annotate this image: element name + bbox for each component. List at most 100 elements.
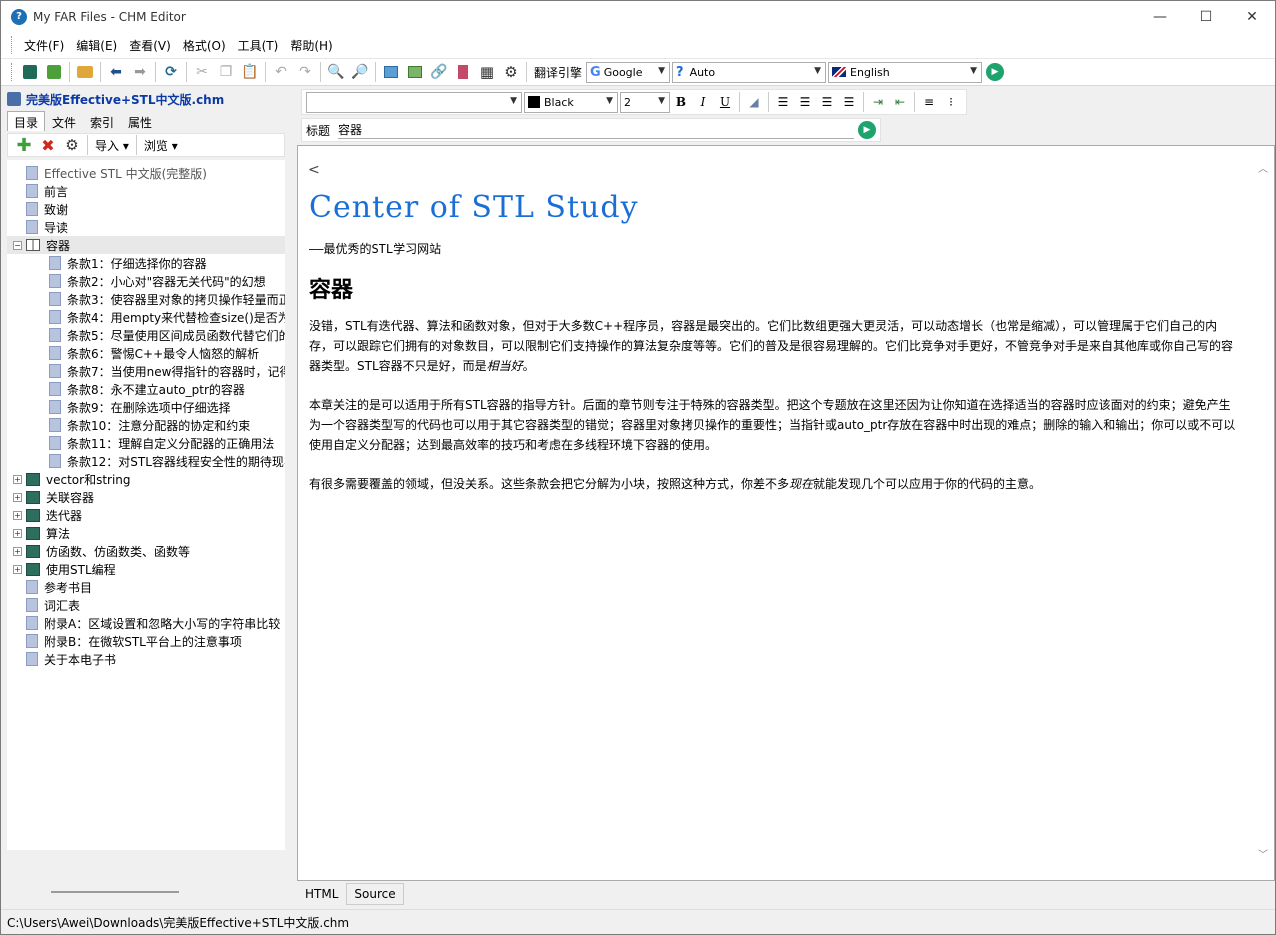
import-button[interactable]: 导入 ▾	[95, 137, 129, 154]
minimize-button[interactable]: —	[1137, 1, 1183, 32]
menu-help[interactable]: 帮助(H)	[284, 34, 338, 57]
menu-file[interactable]: 文件(F)	[18, 34, 70, 57]
tree-item[interactable]: 条款9：在删除选项中仔细选择	[49, 398, 231, 416]
tree-item[interactable]: 参考书目	[13, 578, 92, 596]
browse-button[interactable]: 浏览 ▾	[144, 137, 178, 154]
settings-gear-icon[interactable]: ⚙	[501, 62, 521, 82]
outdent-icon[interactable]: ⇤	[890, 92, 910, 112]
tree-item[interactable]: 条款5：尽量使用区间成员函数代替它们的单元素兄弟	[49, 326, 285, 344]
menu-tools[interactable]: 工具(T)	[232, 34, 285, 57]
tree-item[interactable]: Effective STL 中文版(完整版)	[13, 164, 207, 182]
maximize-button[interactable]: ☐	[1183, 1, 1229, 32]
tree-item[interactable]: 导读	[13, 218, 68, 236]
eraser-icon[interactable]: ◢	[744, 92, 764, 112]
tree-item[interactable]: + 关联容器	[13, 488, 94, 506]
paste-icon[interactable]: 📋	[240, 62, 260, 82]
tab-index[interactable]: 索引	[83, 111, 121, 131]
contents-tree[interactable]: Effective STL 中文版(完整版) 前言 致谢 导读 − 容器 条款1：仔细选择你…	[7, 160, 285, 850]
expand-icon[interactable]: +	[13, 564, 22, 574]
close-button[interactable]: ✕	[1229, 1, 1275, 32]
tab-properties[interactable]: 属性	[121, 111, 159, 131]
html-preview[interactable]: < Center of STL Study ——最优秀的STL学习网站 容器 没…	[297, 145, 1275, 881]
bullet-list-icon[interactable]: ⁝	[941, 92, 961, 112]
tree-item[interactable]: 条款12：对STL容器线程安全性的期待现实一些	[49, 452, 285, 470]
align-left-icon[interactable]: ☰	[773, 92, 793, 112]
menu-format[interactable]: 格式(O)	[177, 34, 232, 57]
tree-item[interactable]: 条款10：注意分配器的协定和约束	[49, 416, 250, 434]
back-arrow-icon[interactable]: ⬅	[106, 62, 126, 82]
tree-item[interactable]: 条款1：仔细选择你的容器	[49, 254, 207, 272]
tree-item[interactable]: 词汇表	[13, 596, 80, 614]
apply-title-button[interactable]: ▶	[858, 121, 877, 139]
expand-icon[interactable]: +	[13, 510, 22, 520]
insert-image-icon[interactable]	[381, 62, 401, 82]
tree-item[interactable]: 条款11：理解自定义分配器的正确用法	[49, 434, 274, 452]
tree-item[interactable]: 条款2：小心对"容器无关代码"的幻想	[49, 272, 266, 290]
tree-item[interactable]: 前言	[13, 182, 68, 200]
forward-arrow-icon[interactable]: ➡	[130, 62, 150, 82]
color-select[interactable]: Black ▼	[524, 91, 618, 113]
italic-button[interactable]: I	[693, 92, 713, 112]
tab-files[interactable]: 文件	[45, 111, 83, 131]
tree-item[interactable]: 条款6：警惕C++最令人恼怒的解析	[49, 344, 259, 362]
source-language-select[interactable]: ? Auto ▼	[672, 61, 827, 83]
title-input[interactable]: 容器	[338, 121, 855, 139]
tree-item[interactable]: 附录B：在微软STL平台上的注意事项	[13, 632, 242, 650]
tree-item[interactable]: − 容器	[7, 236, 285, 254]
translate-play-button[interactable]: ▶	[986, 63, 1005, 81]
table-icon[interactable]: ▦	[477, 62, 497, 82]
tree-item[interactable]: + vector和string	[13, 470, 131, 488]
find-replace-icon[interactable]: 🔎	[350, 62, 370, 82]
align-center-icon[interactable]: ☰	[795, 92, 815, 112]
target-language-select[interactable]: English ▼	[828, 61, 983, 83]
tab-source[interactable]: Source	[346, 883, 404, 905]
expand-icon[interactable]: +	[13, 546, 22, 556]
tree-item[interactable]: + 迭代器	[13, 506, 82, 524]
tab-contents[interactable]: 目录	[7, 111, 46, 131]
scroll-down-icon[interactable]: ﹀	[1258, 846, 1268, 861]
tree-item[interactable]: 条款8：永不建立auto_ptr的容器	[49, 380, 245, 398]
open-folder-icon[interactable]	[75, 62, 95, 82]
search-icon[interactable]: 🔍	[326, 62, 346, 82]
cut-icon[interactable]: ✂	[192, 62, 212, 82]
tree-item[interactable]: 条款3：使容器里对象的拷贝操作轻量而正确	[49, 290, 285, 308]
scroll-up-icon[interactable]: ︿	[1258, 160, 1268, 175]
expand-icon[interactable]: +	[13, 528, 22, 538]
tree-item[interactable]: 附录A：区域设置和忽略大小写的字符串比较	[13, 614, 280, 632]
bold-button[interactable]: B	[671, 92, 691, 112]
undo-icon[interactable]: ↶	[271, 62, 291, 82]
delete-icon[interactable]: ✖	[38, 135, 58, 155]
font-size-select[interactable]: 2 ▼	[620, 91, 670, 113]
tree-item[interactable]: + 使用STL编程	[13, 560, 116, 578]
copy-icon[interactable]: ❐	[216, 62, 236, 82]
engine-select[interactable]: G Google ▼	[586, 61, 671, 83]
bookmark-icon[interactable]	[453, 62, 473, 82]
link-icon[interactable]: 🔗	[429, 62, 449, 82]
tab-html[interactable]: HTML	[297, 883, 346, 905]
underline-button[interactable]: U	[715, 92, 735, 112]
menu-edit[interactable]: 编辑(E)	[70, 34, 123, 57]
numbered-list-icon[interactable]: ≡	[919, 92, 939, 112]
add-icon[interactable]: ✚	[14, 135, 34, 156]
tree-item[interactable]: + 仿函数、仿函数类、函数等	[13, 542, 190, 560]
gear-icon[interactable]: ⚙	[62, 135, 82, 155]
new-book-icon[interactable]	[20, 62, 40, 82]
tree-item[interactable]: + 算法	[13, 524, 70, 542]
tree-item[interactable]: 条款7：当使用new得指针的容器时，记得在销毁容器前delete那些指针	[49, 362, 285, 380]
menu-view[interactable]: 查看(V)	[123, 34, 177, 57]
tree-item[interactable]: 致谢	[13, 200, 68, 218]
refresh-icon[interactable]: ⟳	[161, 62, 181, 82]
back-link[interactable]: <	[308, 162, 320, 178]
expand-icon[interactable]: +	[13, 474, 22, 484]
indent-icon[interactable]: ⇥	[868, 92, 888, 112]
align-right-icon[interactable]: ☰	[817, 92, 837, 112]
image-icon[interactable]	[405, 62, 425, 82]
redo-icon[interactable]: ↷	[295, 62, 315, 82]
expand-icon[interactable]: +	[13, 492, 22, 502]
tree-item[interactable]: 关于本电子书	[13, 650, 116, 668]
tree-item[interactable]: 条款4：用empty来代替检查size()是否为0	[49, 308, 285, 326]
justify-icon[interactable]: ☰	[839, 92, 859, 112]
horizontal-scrollbar[interactable]	[51, 891, 179, 893]
save-icon[interactable]	[44, 62, 64, 82]
collapse-icon[interactable]: −	[13, 240, 22, 250]
